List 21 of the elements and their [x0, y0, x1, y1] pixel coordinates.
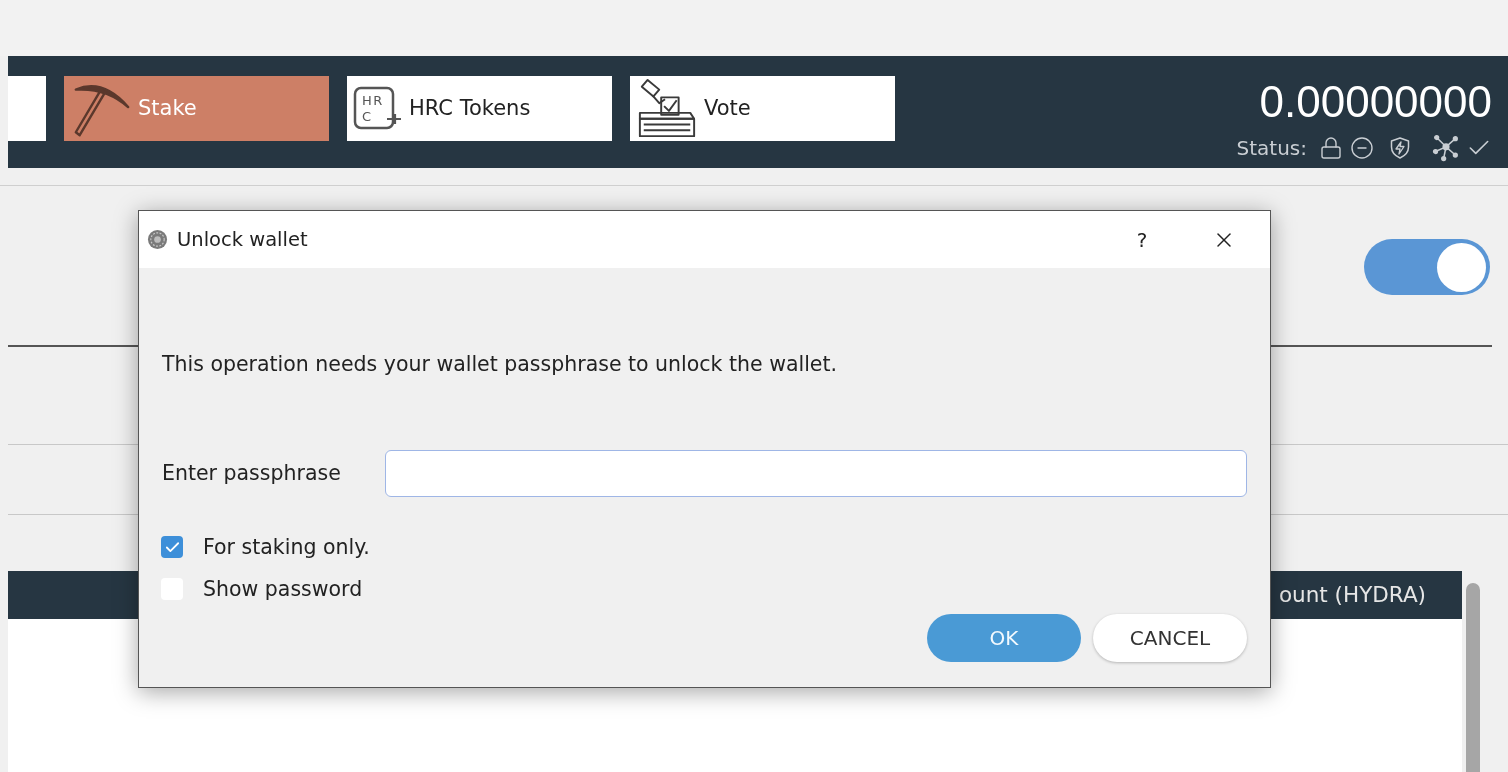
nodes-icon[interactable]	[1432, 134, 1460, 162]
dialog-button[interactable]: CANCEL	[1093, 614, 1247, 662]
checkbox-label: Show password	[203, 575, 363, 603]
ballot-box-icon	[636, 77, 698, 140]
help-button[interactable]: ?	[1119, 219, 1165, 260]
toggle-switch[interactable]	[1364, 239, 1490, 295]
passphrase-label: Enter passphrase	[162, 460, 341, 488]
status-label: Status:	[1236, 135, 1307, 162]
logo-icon	[147, 229, 168, 250]
checkbox-label: For staking only.	[203, 533, 370, 561]
passphrase-field[interactable]	[385, 450, 1247, 497]
lock-icon[interactable]	[1319, 136, 1343, 160]
nav-tab[interactable]: Vote	[630, 76, 895, 141]
balance-amount: 0.00000000	[1259, 80, 1492, 124]
dialog-title: Unlock wallet	[177, 226, 308, 253]
shield-bolt-icon[interactable]	[1390, 136, 1410, 160]
checkbox[interactable]	[161, 536, 183, 558]
minus-circle-icon[interactable]	[1350, 136, 1374, 160]
nav-tab[interactable]: HR C HRC Tokens	[347, 76, 612, 141]
column-header[interactable]: ount (HYDRA)	[1278, 578, 1426, 612]
dialog-message: This operation needs your wallet passphrase to unlock the wallet.	[162, 352, 839, 376]
